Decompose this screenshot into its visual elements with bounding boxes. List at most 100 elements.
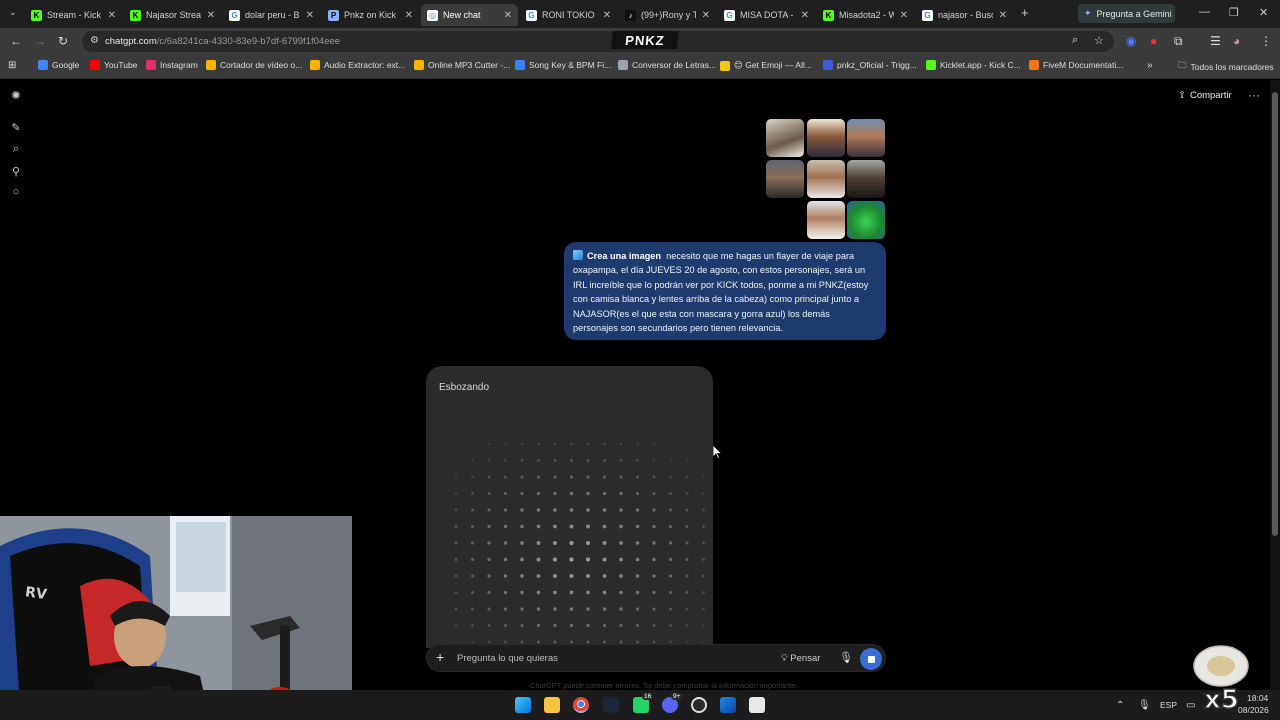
- tab-8[interactable]: G MISA DOTA - ✕: [718, 4, 815, 26]
- sketch-dot: [569, 590, 574, 595]
- tab-search-chevron-icon[interactable]: ⌄: [9, 7, 17, 18]
- attached-image[interactable]: [847, 119, 885, 157]
- attached-image[interactable]: [766, 119, 804, 157]
- bookmark-item[interactable]: Online MP3 Cutter -...: [414, 60, 510, 70]
- page-scrollbar[interactable]: [1270, 80, 1280, 690]
- site-info-icon[interactable]: ⚙: [90, 35, 99, 46]
- extension-wave-icon[interactable]: ◉: [1126, 34, 1136, 48]
- sketch-dot: [669, 459, 672, 462]
- bookmarks-overflow-icon[interactable]: »: [1147, 60, 1153, 71]
- tab-close-icon[interactable]: ✕: [900, 10, 908, 21]
- profile-avatar-icon[interactable]: ◕: [1233, 34, 1240, 48]
- start-windows-icon[interactable]: [515, 697, 531, 713]
- share-button[interactable]: ⇪ Compartir: [1178, 90, 1232, 101]
- tab-9[interactable]: K Misadota2 - W ✕: [817, 4, 914, 26]
- minimize-icon[interactable]: —: [1199, 6, 1210, 18]
- all-bookmarks-folder[interactable]: 🗀 Todos los marcadores: [1178, 60, 1274, 74]
- search-chats-icon[interactable]: ⌕: [9, 143, 23, 156]
- bookmark-item[interactable]: Instagram: [146, 60, 198, 70]
- attached-image[interactable]: [847, 160, 885, 198]
- tab-close-icon[interactable]: ✕: [801, 10, 809, 21]
- tab-5[interactable]: ◎ New chat ✕: [421, 4, 518, 26]
- extensions-puzzle-icon[interactable]: ⧉: [1174, 34, 1183, 49]
- close-window-icon[interactable]: ✕: [1259, 6, 1268, 19]
- more-options-icon[interactable]: ···: [1248, 88, 1260, 102]
- restore-icon[interactable]: ❐: [1229, 6, 1239, 19]
- sketch-dot: [586, 475, 590, 479]
- apps-grid-icon[interactable]: ⊞: [8, 60, 16, 71]
- bookmark-item[interactable]: YouTube: [90, 60, 137, 70]
- tab-close-icon[interactable]: ✕: [108, 10, 116, 21]
- tab-4[interactable]: P Pnkz on Kick ✕: [322, 4, 419, 26]
- attached-image[interactable]: [807, 201, 845, 239]
- new-tab-button[interactable]: +: [1021, 5, 1029, 20]
- add-attachment-icon[interactable]: +: [436, 649, 444, 665]
- tab-close-icon[interactable]: ✕: [603, 10, 611, 21]
- app-blue-icon[interactable]: [720, 697, 736, 713]
- tab-close-icon[interactable]: ✕: [405, 10, 413, 21]
- bookmark-item[interactable]: Song Key & BPM Fi...: [515, 60, 611, 70]
- tab-menu-icon[interactable]: ☰: [1210, 34, 1221, 48]
- bookmark-item[interactable]: 😊 Get Emoji — All...: [720, 60, 812, 71]
- pin-icon[interactable]: ⚲: [9, 165, 23, 178]
- new-chat-icon[interactable]: ✎: [9, 121, 23, 134]
- chrome-icon[interactable]: [573, 697, 589, 713]
- tab-3[interactable]: Gdolar peru - B ✕: [223, 4, 320, 26]
- bookmark-star-icon[interactable]: ☆: [1094, 34, 1104, 47]
- attached-image[interactable]: [807, 160, 845, 198]
- extension-red-icon[interactable]: ●: [1150, 34, 1157, 48]
- browser-menu-icon[interactable]: ⋮: [1260, 34, 1272, 48]
- bookmark-item[interactable]: Audio Extractor: ext...: [310, 60, 405, 70]
- sketch-dot: [602, 574, 607, 578]
- url-host: chatgpt.com: [105, 36, 157, 47]
- language-indicator[interactable]: ESP: [1160, 700, 1177, 710]
- bookmark-item[interactable]: Google: [38, 60, 79, 70]
- snipping-tool-icon[interactable]: [749, 697, 765, 713]
- attached-image[interactable]: [807, 119, 845, 157]
- obs-icon[interactable]: [691, 697, 707, 713]
- forward-icon[interactable]: →: [34, 34, 46, 48]
- tab-6[interactable]: G RONI TOKIO - ✕: [520, 4, 617, 26]
- sketch-dot: [668, 541, 673, 545]
- steam-icon[interactable]: [603, 697, 619, 713]
- file-explorer-icon[interactable]: [544, 697, 560, 713]
- gemini-button[interactable]: ✦ Pregunta a Gemini: [1078, 4, 1175, 23]
- back-icon[interactable]: ←: [10, 34, 22, 48]
- sketch-dot: [553, 459, 557, 462]
- stop-generation-button[interactable]: [860, 648, 882, 670]
- chat-bubble-icon[interactable]: ○: [9, 186, 23, 198]
- tray-mic-icon[interactable]: 🎙︎: [1138, 700, 1151, 711]
- bookmark-item[interactable]: Kicklet.app - Kick C...: [926, 60, 1021, 70]
- sketch-dot: [652, 492, 656, 495]
- tab-close-icon[interactable]: ✕: [999, 10, 1007, 21]
- tab-10[interactable]: Gnajasor - Busc ✕: [916, 4, 1013, 26]
- bookmark-item[interactable]: Conversor de Letras...: [618, 60, 716, 70]
- tab-close-icon[interactable]: ✕: [306, 10, 314, 21]
- sketch-dot: [685, 607, 689, 611]
- openai-logo-icon[interactable]: ✺: [9, 89, 23, 102]
- tab-2[interactable]: K Najasor Stream ✕: [124, 4, 221, 26]
- prompt-input[interactable]: Pregunta lo que quieras: [457, 653, 558, 664]
- sketch-dot: [702, 591, 705, 594]
- tab-close-icon[interactable]: ✕: [504, 10, 512, 21]
- attached-image[interactable]: [847, 201, 885, 239]
- clock-time[interactable]: 18:04: [1247, 693, 1268, 703]
- zoom-search-icon[interactable]: ⌕: [1072, 34, 1078, 47]
- tab-7[interactable]: ♪ (99+)Rony y T ✕: [619, 4, 716, 26]
- think-button[interactable]: 💡︎ Pensar: [781, 653, 820, 664]
- sketch-dot: [635, 557, 640, 562]
- scrollbar-thumb[interactable]: [1272, 92, 1278, 536]
- tab-close-icon[interactable]: ✕: [702, 10, 710, 21]
- sketch-dot: [668, 524, 673, 529]
- microphone-icon[interactable]: 🎙︎: [839, 651, 853, 664]
- reload-icon[interactable]: ↻: [58, 34, 68, 48]
- tray-chevron-icon[interactable]: ⌃: [1116, 700, 1124, 711]
- url-field[interactable]: ⚙ chatgpt.com/c/6a8241ca-4330-83e9-b7df-…: [82, 31, 1114, 52]
- bookmark-item[interactable]: pnkz_Oficial - Trigg...: [823, 60, 917, 70]
- sketch-dot: [536, 574, 541, 578]
- tab-1[interactable]: K Stream - Kick ✕: [25, 4, 122, 26]
- attached-image[interactable]: [766, 160, 804, 198]
- tab-close-icon[interactable]: ✕: [207, 10, 215, 21]
- bookmark-item[interactable]: Cortador de vídeo o...: [206, 60, 302, 70]
- bookmark-item[interactable]: FiveM Documentati...: [1029, 60, 1123, 70]
